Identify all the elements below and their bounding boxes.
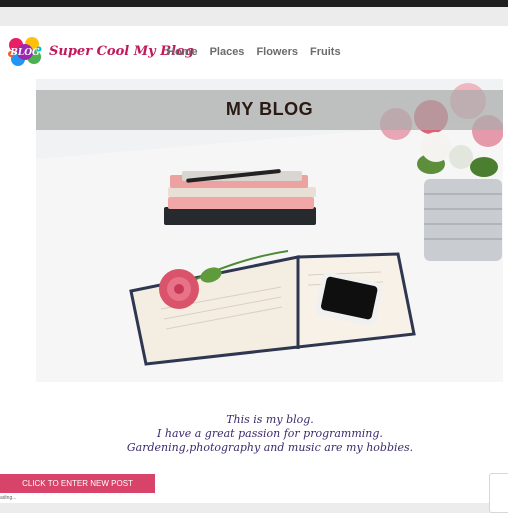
blog-tagline: This is my blog. I have a great passion … xyxy=(120,413,420,455)
brand[interactable]: BLOG xyxy=(6,33,44,71)
nav-flowers[interactable]: Flowers xyxy=(256,46,298,58)
browser-top-bar xyxy=(0,0,508,7)
book-dark xyxy=(164,207,316,225)
tagline-line: I have a great passion for programming. xyxy=(157,427,383,440)
blog-logo[interactable]: BLOG xyxy=(6,33,44,71)
book-cream xyxy=(168,187,316,197)
floating-widget[interactable] xyxy=(489,473,508,513)
nav-fruits[interactable]: Fruits xyxy=(310,46,341,58)
tagline-line: Gardening,photography and music are my h… xyxy=(126,441,414,454)
nav-home[interactable]: Home xyxy=(167,46,198,58)
svg-text:BLOG: BLOG xyxy=(9,48,40,58)
tagline-line: This is my blog. xyxy=(226,413,314,426)
tin-vase xyxy=(424,179,502,261)
nav-places[interactable]: Places xyxy=(210,46,245,58)
book-pink-bottom xyxy=(168,197,314,209)
loading-status: ading... xyxy=(0,495,17,501)
new-post-button[interactable]: CLICK TO ENTER NEW POST xyxy=(0,474,155,493)
hero-title: MY BLOG xyxy=(225,99,314,119)
hero-image: MY BLOG xyxy=(36,79,503,382)
main-nav: Home Places Flowers Fruits xyxy=(167,46,341,58)
